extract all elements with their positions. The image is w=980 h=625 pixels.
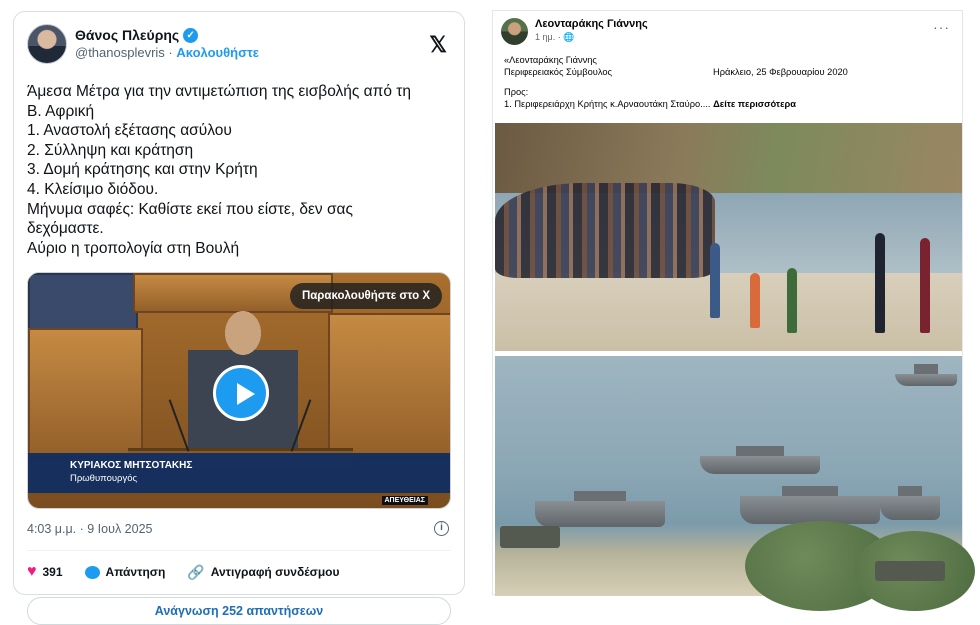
tweet-text-line: 3. Δομή κράτησης και στην Κρήτη bbox=[27, 161, 258, 179]
fb-text-line: Προς: bbox=[504, 87, 529, 97]
like-button[interactable]: ♥ 391 bbox=[27, 563, 63, 581]
tweet-text-line: Β. Αφρική bbox=[27, 102, 95, 120]
fb-author-block: Λεονταράκης Γιάννης 1 ημ. · 🌐 bbox=[535, 18, 648, 49]
video-player[interactable]: Παρακολουθήστε στο X ΚΥΡΙΑΚΟΣ ΜΗΤΣΟΤΑΚΗΣ… bbox=[27, 272, 451, 510]
like-count: 391 bbox=[42, 565, 63, 580]
watch-on-x-badge[interactable]: Παρακολουθήστε στο X bbox=[289, 283, 442, 310]
info-icon[interactable]: i bbox=[434, 521, 449, 537]
tweet-card: Θάνος Πλεύρης ✓ @thanosplevris · Ακολουθ… bbox=[13, 11, 465, 625]
author-block: Θάνος Πλεύρης ✓ @thanosplevris · Ακολουθ… bbox=[75, 26, 259, 62]
globe-icon: 🌐 bbox=[563, 32, 575, 42]
photo-sand bbox=[495, 273, 962, 351]
fb-post-header: Λεονταράκης Γιάννης 1 ημ. · 🌐 ··· bbox=[493, 11, 962, 49]
video-bg-panel bbox=[28, 328, 143, 459]
photo-crowd bbox=[495, 183, 715, 278]
read-replies-button[interactable]: Ανάγνωση 252 απαντήσεων bbox=[27, 597, 451, 625]
video-mic bbox=[168, 399, 190, 453]
tweet-text-line: δεχόμαστε. bbox=[27, 220, 104, 238]
photo-figure bbox=[710, 243, 720, 318]
video-bg-person-left bbox=[28, 273, 138, 334]
tweet-text-line: 1. Αναστολή εξέτασης ασύλου bbox=[27, 122, 232, 140]
heart-icon: ♥ bbox=[27, 563, 37, 581]
photo-ship bbox=[700, 446, 820, 474]
copy-link-label: Αντιγραφή συνδέσμου bbox=[210, 565, 340, 580]
link-icon: 🔗 bbox=[187, 563, 205, 580]
tweet-header: Θάνος Πλεύρης ✓ @thanosplevris · Ακολουθ… bbox=[27, 24, 451, 64]
avatar[interactable] bbox=[501, 18, 528, 45]
photo-ship bbox=[880, 486, 940, 520]
reply-bubble-icon bbox=[84, 565, 100, 579]
tweet-text-line: Άμεσα Μέτρα για την αντιμετώπιση της εισ… bbox=[27, 83, 411, 100]
photo-ship bbox=[740, 486, 880, 524]
fb-post-text: «Λεονταράκης Γιάννης Περιφερειακός Σύμβο… bbox=[493, 49, 962, 110]
x-logo-icon[interactable]: 𝕏 bbox=[429, 32, 447, 58]
tweet-timestamp-row: 4:03 μ.μ. · 9 Ιουλ 2025 i bbox=[27, 520, 451, 538]
fb-text-line: 1. Περιφερειάρχη Κρήτης κ.Αρναουτάκη Στα… bbox=[504, 99, 711, 109]
reply-label: Απάντηση bbox=[105, 565, 166, 580]
tweet-text-line: 4. Κλείσιμο διόδου. bbox=[27, 180, 159, 198]
fb-text-date: Ηράκλειο, 25 Φεβρουαρίου 2020 bbox=[712, 67, 848, 77]
verified-badge-icon: ✓ bbox=[183, 27, 199, 43]
divider bbox=[27, 550, 451, 552]
fb-text-line: Περιφερειακός Σύμβουλος bbox=[504, 67, 612, 77]
tweet-text-line: Μήνυμα σαφές: Καθίστε εκεί που είστε, δε… bbox=[27, 200, 353, 218]
follow-button[interactable]: Ακολουθήστε bbox=[176, 45, 259, 60]
tweet-actions: ♥ 391 Απάντηση 🔗 Αντιγραφή συνδέσμου bbox=[27, 557, 451, 587]
facebook-post-card: Λεονταράκης Γιάννης 1 ημ. · 🌐 ··· «Λεοντ… bbox=[492, 10, 975, 611]
video-bg-panel bbox=[328, 313, 450, 459]
see-more-link[interactable]: Δείτε περισσότερα bbox=[713, 99, 796, 109]
avatar[interactable] bbox=[27, 24, 67, 64]
separator-dot: · bbox=[168, 45, 173, 60]
caption-name: ΚΥΡΙΑΚΟΣ ΜΗΤΣΟΤΑΚΗΣ bbox=[70, 460, 193, 472]
tweet-text-line: Αύριο η τροπολογία στη Βουλή bbox=[27, 239, 240, 257]
tweet-text: Άμεσα Μέτρα για την αντιμετώπιση της εισ… bbox=[27, 82, 451, 258]
fb-post-time-text: 1 ημ. · bbox=[535, 32, 561, 42]
photo-cliff bbox=[495, 123, 962, 193]
photo-figure bbox=[787, 268, 797, 333]
play-icon[interactable] bbox=[213, 365, 269, 422]
fb-text-line: «Λεονταράκης Γιάννης bbox=[504, 55, 597, 65]
tweet-text-line: 2. Σύλληψη και κράτηση bbox=[27, 141, 194, 159]
photo-figure bbox=[920, 238, 930, 333]
fb-post-time[interactable]: 1 ημ. · 🌐 bbox=[535, 31, 648, 44]
copy-link-button[interactable]: 🔗 Αντιγραφή συνδέσμου bbox=[187, 564, 339, 581]
more-options-icon[interactable]: ··· bbox=[933, 19, 950, 35]
author-name[interactable]: Θάνος Πλεύρης bbox=[75, 26, 179, 44]
tweet-timestamp[interactable]: 4:03 μ.μ. · 9 Ιουλ 2025 bbox=[27, 522, 152, 536]
post-photo-landing-ships[interactable] bbox=[495, 356, 975, 611]
live-tag: ΑΠΕΥΘΕΙΑΣ bbox=[381, 496, 428, 506]
photo-figure bbox=[875, 233, 885, 333]
author-handle[interactable]: @thanosplevris bbox=[75, 45, 165, 60]
fb-author-name[interactable]: Λεονταράκης Γιάννης bbox=[535, 18, 648, 31]
photo-ship bbox=[895, 364, 957, 386]
caption-role: Πρωθυπουργός bbox=[70, 473, 138, 485]
photo-figure bbox=[750, 273, 760, 328]
photo-vehicle bbox=[500, 526, 560, 548]
photo-vehicle bbox=[875, 561, 945, 581]
reply-button[interactable]: Απάντηση bbox=[84, 565, 166, 580]
video-caption: ΚΥΡΙΑΚΟΣ ΜΗΤΣΟΤΑΚΗΣ Πρωθυπουργός bbox=[28, 453, 450, 494]
post-photo-beach[interactable] bbox=[495, 123, 962, 351]
photo-ship bbox=[535, 491, 665, 527]
